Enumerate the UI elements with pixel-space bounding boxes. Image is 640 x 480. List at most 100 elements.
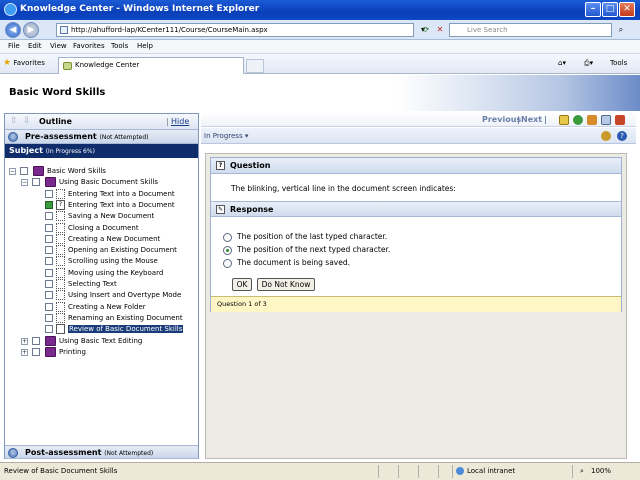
tree-item[interactable]: ? Entering Text into a Document [45,199,195,211]
tree-item[interactable]: Closing a Document [45,222,195,234]
ok-button[interactable]: OK [232,278,252,291]
tree-item[interactable]: Creating a New Folder [45,301,195,313]
refresh-icon[interactable]: ⟳ [419,24,433,37]
tree-item[interactable]: + Printing [21,346,195,358]
expand-toggle[interactable]: − [9,168,16,175]
tree-item-label: Creating a New Folder [68,302,146,311]
close-button[interactable]: ✕ [619,2,635,17]
tree-item-label: Selecting Text [68,280,117,288]
back-button[interactable]: ◀ [5,22,21,38]
tree-item[interactable]: Entering Text into a Document [45,188,195,200]
previous-link[interactable]: Previous [482,115,521,124]
hide-outline-link[interactable]: Hide [171,117,189,126]
menu-edit[interactable]: Edit [28,42,42,50]
tree-item[interactable]: Review of Basic Document Skills [45,324,195,335]
security-zone[interactable]: Local intranet [467,467,515,475]
tree-item-label: Using Insert and Overtype Mode [68,291,182,300]
print-icon[interactable]: ⎙▾ [584,59,593,68]
page-icon [56,211,65,222]
status-checkbox [45,257,53,266]
zoom-icon[interactable]: ⌕ [580,467,584,476]
home-icon[interactable]: ⌂▾ [558,59,566,67]
home-course-icon[interactable] [587,115,597,125]
notes-icon[interactable] [559,115,569,125]
next-link[interactable]: Next [521,115,542,124]
zoom-level[interactable]: 100% [591,467,611,475]
maximize-button[interactable]: □ [602,2,618,17]
minimize-button[interactable]: – [585,2,601,17]
search-icon[interactable]: ⌕ [614,24,628,37]
tools-menu[interactable]: Tools [610,59,627,67]
book-icon [33,166,44,176]
menu-favorites[interactable]: Favorites [73,42,105,50]
favorites-bar: ★ Favorites Knowledge Center ⌂▾ ⎙▾ Tools [0,54,640,74]
chevron-down-icon[interactable]: ▾ [245,132,249,140]
do-not-know-button[interactable]: Do Not Know [257,278,315,291]
radio-button[interactable] [223,246,232,255]
post-assessment-row[interactable]: ◎ Post-assessment (Not Attempted) [5,445,198,459]
stop-icon[interactable]: ✕ [433,24,447,37]
url-input[interactable]: http://ahufford-lap/KCenter111/Course/Co… [56,23,414,37]
tree-item[interactable]: Selecting Text [45,279,195,290]
tree-item-label: Review of Basic Document Skills [68,325,184,334]
post-assessment-label: Post-assessment [25,448,102,457]
subject-bar[interactable]: Subject (In Progress 6%) [5,144,198,158]
tree-item[interactable]: Renaming an Existing Document [45,312,195,324]
tree-item-label: Scrolling using the Mouse [68,257,158,266]
favorites-button[interactable]: ★ Favorites [3,58,45,68]
down-arrow-icon[interactable]: ⇩ [23,116,31,126]
pre-assessment-row[interactable]: ◎ Pre-assessment (Not Attempted) [5,130,198,144]
status-text: Review of Basic Document Skills [4,467,118,475]
tree-item[interactable]: Moving using the Keyboard [45,267,195,279]
status-checkbox [45,223,53,232]
response-header: ✎ Response [211,201,621,217]
page-icon [56,279,65,289]
status-checkbox [45,234,53,243]
tree-item[interactable]: − Basic Word Skills [9,166,195,177]
expand-toggle[interactable]: + [21,348,28,356]
book-icon [45,346,56,357]
navigation-bar: Previous | Next | [201,113,636,127]
menu-tools[interactable]: Tools [111,42,128,50]
radio-button[interactable] [223,259,232,268]
question-icon: ? [216,161,225,170]
tree-item[interactable]: Saving a New Document [45,211,195,222]
completed-check-icon [45,200,53,209]
menu-file[interactable]: File [8,42,20,50]
page-icon [56,290,65,301]
status-checkbox [45,313,53,322]
tree-item[interactable]: Creating a New Document [45,233,195,245]
up-arrow-icon[interactable]: ⇧ [10,116,18,126]
help-icon[interactable]: ? [617,131,627,141]
search-input[interactable]: Live Search [449,23,612,37]
page-icon [56,222,65,233]
expand-toggle[interactable]: + [21,337,28,345]
menu-bar: File Edit View Favorites Tools Help [0,40,640,54]
menu-view[interactable]: View [50,42,67,50]
tree-item-label: Entering Text into a Document [68,200,175,209]
status-checkbox [45,189,53,198]
status-checkbox [45,246,53,255]
tree-item-label: Renaming an Existing Document [68,313,183,322]
tree-item[interactable]: Opening an Existing Document [45,245,195,256]
progress-state[interactable]: In Progress [204,132,243,140]
pre-assessment-status: (Not Attempted) [99,134,149,141]
status-checkbox [32,347,40,356]
status-checkbox [32,336,40,345]
tree-item[interactable]: Scrolling using the Mouse [45,256,195,267]
status-checkbox [45,280,53,288]
tree-item[interactable]: + Using Basic Text Editing [21,335,195,347]
exit-icon[interactable] [615,115,625,125]
tree-item[interactable]: Using Insert and Overtype Mode [45,290,195,301]
tab-knowledge-center[interactable]: Knowledge Center [58,57,244,74]
new-tab-button[interactable] [246,59,264,73]
help-doc-icon[interactable] [601,115,611,125]
settings-icon[interactable] [601,131,611,141]
forward-button[interactable]: ▶ [23,22,39,38]
page-icon [56,312,65,323]
go-icon[interactable] [573,115,583,125]
expand-toggle[interactable]: − [21,179,28,187]
tree-item[interactable]: − Using Basic Document Skills [21,177,195,188]
menu-help[interactable]: Help [137,42,153,50]
radio-button[interactable] [223,233,232,242]
